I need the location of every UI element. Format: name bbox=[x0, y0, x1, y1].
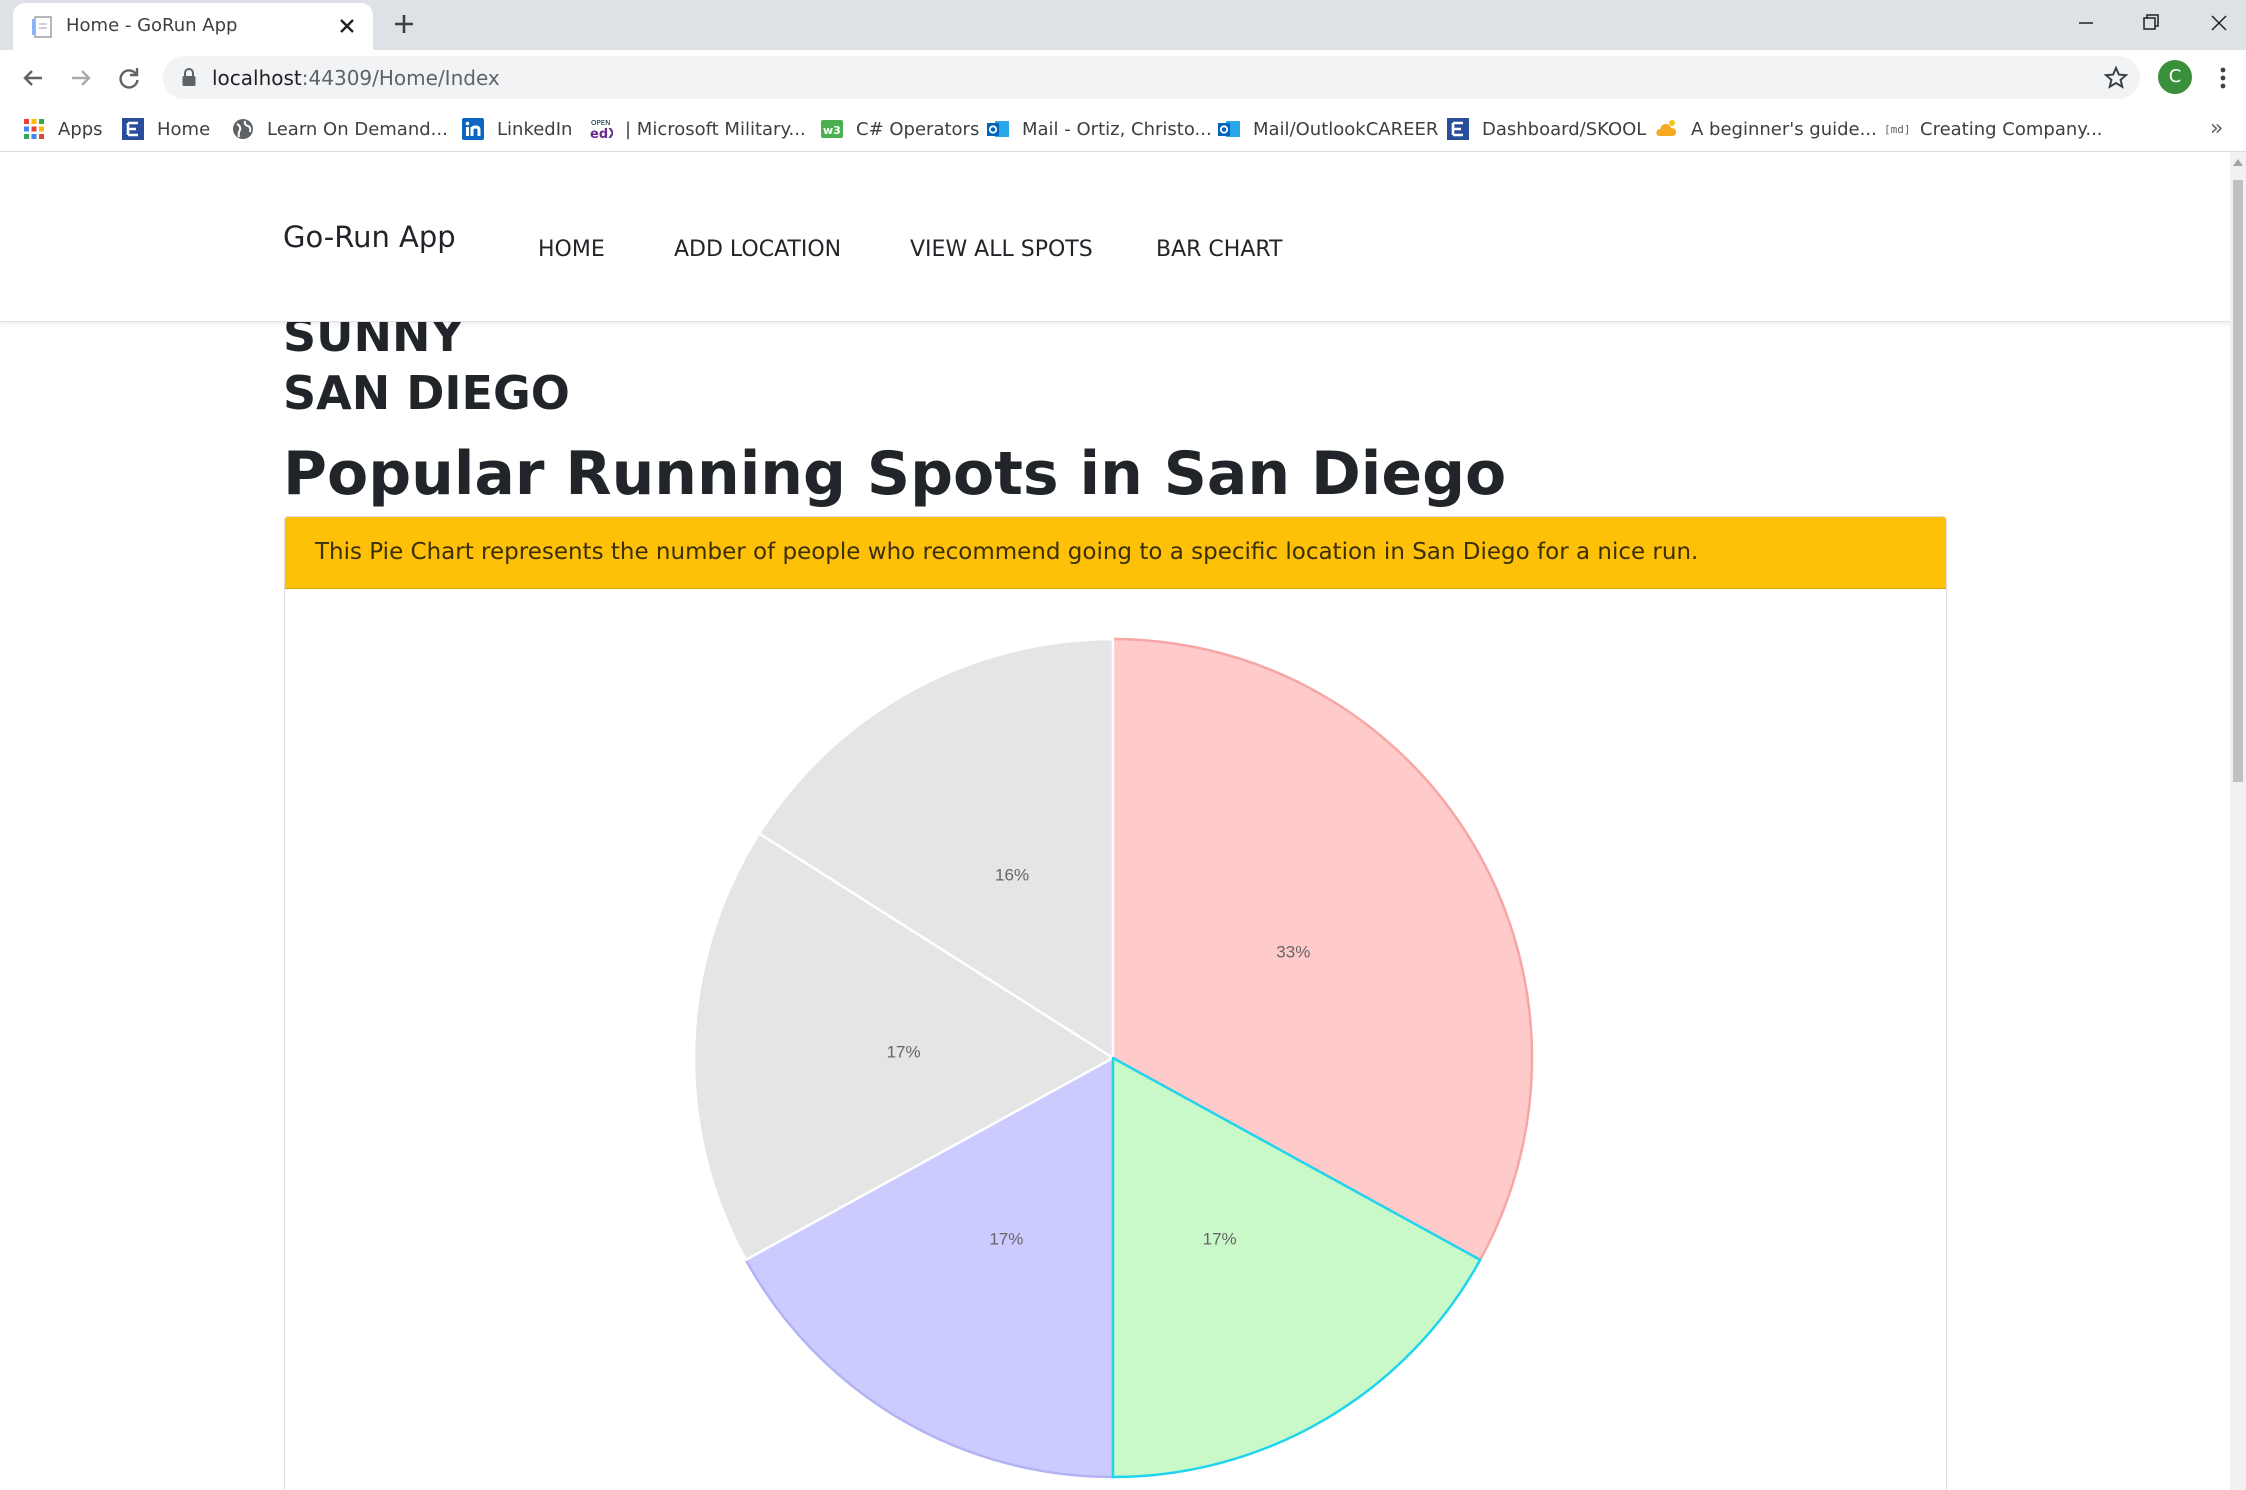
nav-add-location[interactable]: ADD LOCATION bbox=[674, 237, 841, 262]
browser-menu-kebab-icon[interactable] bbox=[2210, 63, 2236, 93]
bookmarks-bar: Apps Home Learn On Demand... LinkedIn OP… bbox=[0, 106, 2246, 152]
w3schools-icon: w3 bbox=[821, 120, 843, 138]
outlook-icon bbox=[987, 121, 1009, 137]
bookmark-home[interactable]: Home bbox=[121, 115, 210, 143]
bookmark-label: Home bbox=[157, 118, 211, 140]
nav-bar-chart[interactable]: BAR CHART bbox=[1156, 237, 1283, 262]
markdown-md-icon: [md] bbox=[1884, 123, 1908, 136]
linkedin-icon bbox=[462, 118, 484, 140]
page-scrollbar[interactable] bbox=[2230, 152, 2246, 1490]
bookmark-microsoft-military[interactable]: OPEN edX | Microsoft Military... bbox=[589, 115, 806, 143]
site-navbar: Go-Run App HOME ADD LOCATION VIEW ALL SP… bbox=[0, 152, 2230, 322]
address-bar[interactable]: localhost:44309/Home/Index bbox=[163, 56, 2140, 99]
edmodo-e-icon bbox=[122, 118, 144, 140]
close-tab-icon[interactable] bbox=[335, 14, 359, 38]
url-text[interactable]: localhost:44309/Home/Index bbox=[212, 66, 500, 90]
cloud-icon bbox=[1656, 120, 1676, 136]
url-host: localhost bbox=[212, 66, 302, 90]
bookmark-label: LinkedIn bbox=[497, 118, 573, 140]
bookmark-star-icon[interactable] bbox=[2103, 65, 2129, 91]
pie-slice-label-1: 17% bbox=[1203, 1229, 1237, 1248]
bookmark-label: Dashboard/SKOOL bbox=[1482, 118, 1647, 140]
bookmark-creating-company[interactable]: [md] Creating Company... bbox=[1884, 115, 2103, 143]
pie-slice-label-4: 16% bbox=[995, 865, 1029, 884]
browser-tab-active[interactable]: Home - GoRun App bbox=[13, 3, 373, 50]
bookmark-linkedin[interactable]: LinkedIn bbox=[461, 115, 572, 143]
page-title: Popular Running Spots in San Diego bbox=[283, 439, 1507, 509]
svg-text:[md]: [md] bbox=[1884, 123, 1908, 136]
more-bookmarks-chevron-icon[interactable]: » bbox=[2210, 116, 2223, 141]
nav-home[interactable]: HOME bbox=[538, 237, 605, 262]
site-brand[interactable]: Go-Run App bbox=[283, 220, 456, 254]
scroll-up-arrow-icon[interactable] bbox=[2233, 158, 2243, 166]
apps-grid-icon bbox=[24, 119, 44, 139]
bookmark-label: | Microsoft Military... bbox=[625, 118, 806, 140]
svg-text:OPEN: OPEN bbox=[591, 119, 610, 127]
nav-view-all-spots[interactable]: VIEW ALL SPOTS bbox=[910, 237, 1093, 262]
bookmark-label: Mail - Ortiz, Christo... bbox=[1022, 118, 1212, 140]
bookmark-label: A beginner's guide... bbox=[1691, 118, 1877, 140]
outlook-icon bbox=[1218, 121, 1240, 137]
edmodo-e-icon bbox=[1447, 118, 1469, 140]
bookmark-label: Learn On Demand... bbox=[267, 118, 448, 140]
close-window-icon[interactable] bbox=[2202, 8, 2236, 38]
page-viewport: Go-Run App HOME ADD LOCATION VIEW ALL SP… bbox=[0, 152, 2230, 1490]
chart-description-alert: This Pie Chart represents the number of … bbox=[285, 517, 1946, 589]
bookmark-label: Creating Company... bbox=[1920, 118, 2103, 140]
url-path: :44309/Home/Index bbox=[301, 66, 500, 90]
new-tab-plus-icon[interactable] bbox=[391, 11, 417, 37]
bookmark-apps[interactable]: Apps bbox=[22, 115, 103, 143]
bookmark-beginners-guide[interactable]: A beginner's guide... bbox=[1655, 115, 1877, 143]
browser-tab-strip: Home - GoRun App bbox=[0, 0, 2246, 50]
bookmark-mail-outlook-career[interactable]: Mail/OutlookCAREER bbox=[1217, 115, 1438, 143]
bookmark-learn-on-demand[interactable]: Learn On Demand... bbox=[231, 115, 448, 143]
edx-icon: OPEN edX bbox=[590, 119, 613, 141]
pie-slice-label-2: 17% bbox=[989, 1229, 1023, 1248]
bookmark-label: C# Operators bbox=[856, 118, 980, 140]
svg-text:edX: edX bbox=[590, 127, 613, 141]
bookmark-label: Mail/OutlookCAREER bbox=[1253, 118, 1439, 140]
reload-icon[interactable] bbox=[114, 63, 144, 93]
bookmark-csharp-operators[interactable]: w3 C# Operators bbox=[820, 115, 979, 143]
minimize-window-icon[interactable] bbox=[2069, 8, 2103, 38]
tab-title: Home - GoRun App bbox=[66, 15, 238, 36]
weather-city: SAN DIEGO bbox=[283, 366, 570, 420]
bookmark-mail-ortiz[interactable]: Mail - Ortiz, Christo... bbox=[986, 115, 1212, 143]
globe-icon bbox=[233, 119, 253, 139]
browser-toolbar: localhost:44309/Home/Index C bbox=[0, 50, 2246, 106]
pie-chart: 33% 17% 17% 17% 16% bbox=[692, 637, 1534, 1479]
back-arrow-icon[interactable] bbox=[18, 63, 48, 93]
forward-arrow-icon[interactable] bbox=[66, 63, 96, 93]
bookmark-dashboard-skool[interactable]: Dashboard/SKOOL bbox=[1446, 115, 1646, 143]
restore-window-icon[interactable] bbox=[2134, 8, 2168, 38]
scrollbar-thumb[interactable] bbox=[2233, 180, 2243, 782]
page-favicon-icon bbox=[32, 16, 52, 38]
lock-icon[interactable] bbox=[181, 67, 197, 88]
profile-avatar[interactable]: C bbox=[2158, 60, 2192, 94]
pie-slice-label-0: 33% bbox=[1276, 942, 1310, 961]
bookmark-label: Apps bbox=[58, 118, 103, 140]
svg-text:w3: w3 bbox=[823, 124, 841, 137]
pie-slice-label-3: 17% bbox=[887, 1042, 921, 1061]
chart-card: This Pie Chart represents the number of … bbox=[284, 516, 1947, 1490]
